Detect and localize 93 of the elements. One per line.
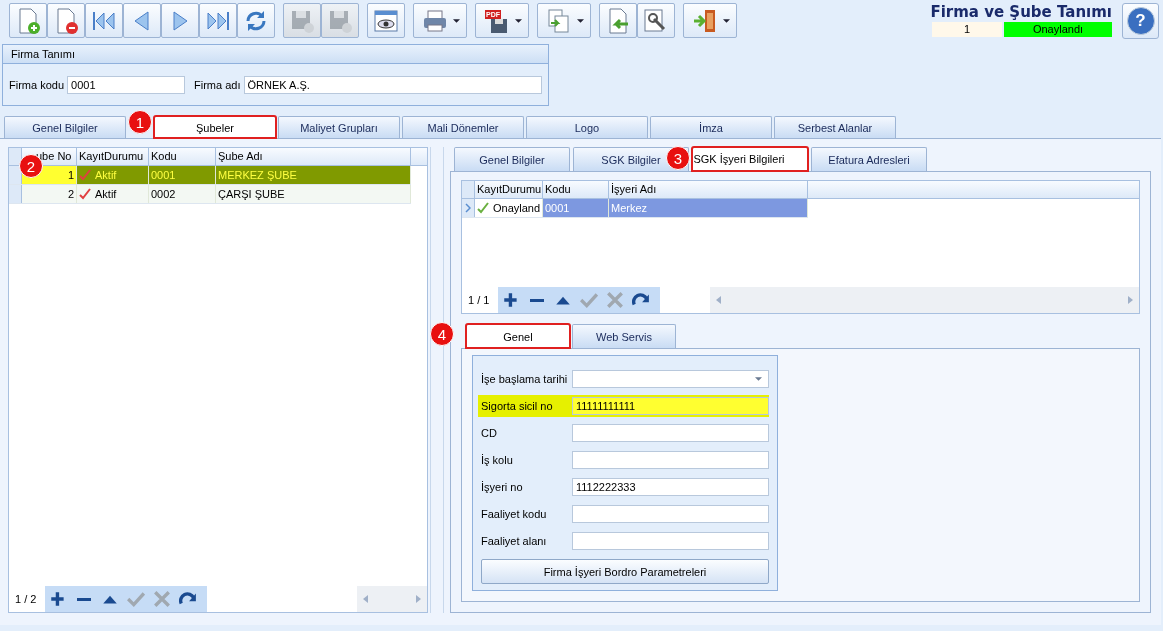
horizontal-scrollbar[interactable] [710, 287, 1139, 313]
table-cell: MERKEZ ŞUBE [216, 166, 411, 184]
panel-title: Firma Tanımı [3, 45, 548, 64]
table-cell: 2 [22, 185, 77, 203]
step-badge: 4 [430, 322, 454, 346]
tab[interactable]: Maliyet Grupları [278, 116, 400, 138]
tab[interactable]: Genel Bilgiler [4, 116, 126, 138]
toolbar-button[interactable] [199, 3, 237, 38]
table-cell: 0002 [149, 185, 216, 203]
caret-icon [452, 18, 460, 23]
date-dropdown[interactable] [572, 370, 769, 388]
column-header: Şube Adı [216, 148, 411, 165]
splitter-handle[interactable] [430, 147, 444, 613]
text-field[interactable] [572, 532, 769, 550]
horizontal-scrollbar[interactable] [357, 586, 427, 612]
table-cell-text: Aktif [95, 187, 117, 202]
row-indicator[interactable] [9, 185, 22, 203]
text-field[interactable] [572, 451, 769, 469]
column-header: KayıtDurumu [475, 181, 543, 198]
column-header: Kodu [149, 148, 216, 165]
toolbar-button[interactable] [637, 3, 675, 38]
record-number: 1 [932, 22, 1002, 37]
discard-icon [606, 291, 624, 309]
column-header: KayıtDurumu [77, 148, 149, 165]
scroll-right-icon[interactable] [416, 595, 421, 603]
field-label: İşyeri no [481, 481, 524, 493]
table-cell-text: Aktif [95, 168, 117, 183]
tab[interactable]: Genel [466, 324, 570, 348]
add-icon [502, 291, 520, 309]
toolbar-button[interactable] [413, 3, 467, 38]
scroll-right-icon[interactable] [1128, 296, 1133, 304]
toolbar-button[interactable] [237, 3, 275, 38]
check-icon [79, 188, 91, 200]
window-title: Firma ve Şube Tanımı [930, 3, 1112, 21]
caret-icon [576, 18, 584, 23]
remove-icon [76, 597, 92, 601]
text-field[interactable] [572, 424, 769, 442]
toolbar-button[interactable] [599, 3, 637, 38]
column-header: Kodu [543, 181, 609, 198]
discard-icon [153, 590, 171, 608]
text-field[interactable]: ÖRNEK A.Ş. [243, 76, 542, 94]
row-indicator[interactable] [9, 166, 22, 184]
add-icon [49, 590, 67, 608]
toolbar-button[interactable] [47, 3, 85, 38]
table-row[interactable]: Onayland 0001 Merkez [462, 199, 808, 218]
row-pointer-icon [465, 203, 471, 213]
table-cell: ÇARŞI ŞUBE [216, 185, 411, 203]
page-counter: 1 / 1 [467, 294, 491, 306]
field-label: CD [481, 427, 498, 439]
toolbar-button[interactable] [85, 3, 123, 38]
caret-icon [514, 18, 522, 23]
table-cell: 0001 [149, 166, 216, 184]
caret-icon [755, 377, 762, 381]
text-field[interactable]: 1112222333 [572, 478, 769, 496]
toolbar-button[interactable] [367, 3, 405, 38]
tab[interactable]: Web Servis [572, 324, 676, 348]
scroll-left-icon[interactable] [716, 296, 721, 304]
field-label: Firma kodu [9, 79, 65, 91]
field-label: Faaliyet kodu [481, 508, 548, 520]
tab[interactable]: Logo [526, 116, 648, 138]
check-icon [477, 202, 489, 214]
confirm-icon [127, 590, 145, 608]
toolbar-button[interactable] [683, 3, 737, 38]
scroll-left-icon[interactable] [363, 595, 368, 603]
text-field[interactable]: 0001 [67, 76, 186, 94]
tab[interactable]: Serbest Alanlar [774, 116, 896, 138]
text-field[interactable]: 11111111111 [572, 397, 769, 415]
tab[interactable]: Efatura Adresleri [811, 147, 927, 171]
tab[interactable]: Mali Dönemler [402, 116, 524, 138]
status-label: Onaylandı [1004, 22, 1112, 37]
tab[interactable]: Genel Bilgiler [454, 147, 570, 171]
table-cell: 0001 [543, 199, 609, 217]
field-label: Faaliyet alanı [481, 535, 548, 547]
field-label: Firma adı [194, 79, 241, 91]
page-counter: 1 / 2 [14, 593, 38, 605]
field-label: Sigorta sicil no [481, 400, 554, 412]
confirm-icon [580, 291, 598, 309]
table-cell-text: Onayland [493, 201, 541, 216]
step-badge: 1 [128, 110, 152, 134]
row-indicator[interactable] [462, 199, 475, 217]
caret-icon [722, 18, 730, 23]
tab[interactable]: SGK İşyeri Bilgileri [692, 147, 808, 171]
table-cell: Merkez [609, 199, 808, 217]
text-field[interactable] [572, 505, 769, 523]
tab[interactable]: İmza [650, 116, 772, 138]
tab[interactable]: Şubeler [154, 116, 276, 138]
parameters-button[interactable]: Firma İşyeri Bordro Parametreleri [481, 559, 769, 584]
remove-icon [529, 298, 545, 302]
field-label: İşe başlama tarihi [481, 373, 569, 385]
field-label: İş kolu [481, 454, 514, 466]
check-icon [79, 169, 91, 181]
column-header: İşyeri Adı [609, 181, 808, 198]
table-row[interactable]: 2 Aktif 0002 ÇARŞI ŞUBE [9, 185, 411, 204]
